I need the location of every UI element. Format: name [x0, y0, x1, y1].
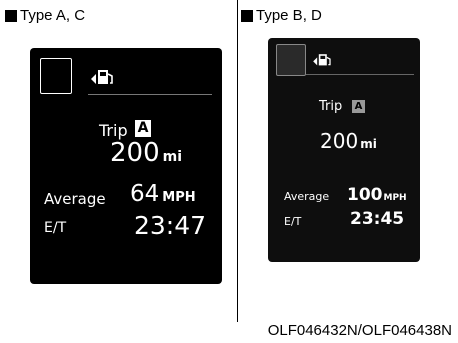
elapsed-time-label: E/T	[284, 215, 302, 228]
type-bd-label: Type B, D	[256, 7, 322, 24]
average-label: Average	[284, 190, 330, 203]
column-divider	[237, 0, 238, 322]
header-rule	[306, 74, 414, 75]
fuel-pump-icon	[91, 70, 113, 84]
display-mode-box	[276, 44, 306, 76]
square-bullet-icon	[5, 9, 17, 22]
trip-distance-value: 200	[320, 129, 359, 153]
trip-label: Trip	[319, 99, 343, 114]
cluster-display-type-ac: Trip A 200 mi Average 64 MPH E/T 23:47	[30, 48, 222, 284]
cluster-display-type-bd: Trip A 200 mi Average 100MPH E/T 23:45	[268, 38, 420, 262]
average-speed-unit: MPH	[162, 190, 196, 205]
type-bd-heading: Type B, D	[241, 7, 322, 24]
trip-distance-unit: mi	[162, 149, 183, 165]
trip-distance: 200 mi	[320, 129, 377, 153]
trip-distance: 200 mi	[110, 138, 182, 168]
average-speed-value: 100	[347, 185, 383, 205]
type-ac-heading: Type A, C	[5, 7, 85, 24]
elapsed-time-value: 23:47	[134, 211, 207, 240]
average-speed-value: 64	[130, 181, 160, 207]
type-ac-label: Type A, C	[20, 7, 86, 24]
trip-a-badge: A	[352, 100, 365, 113]
trip-distance-unit: mi	[360, 137, 377, 151]
display-mode-box	[40, 58, 72, 94]
average-speed-unit: MPH	[383, 193, 407, 203]
average-label: Average	[44, 190, 106, 208]
elapsed-time-value: 23:45	[350, 209, 405, 229]
average-speed: 100MPH	[347, 185, 407, 205]
figure-code-caption: OLF046432N/OLF046438N	[267, 322, 452, 339]
trip-a-badge: A	[135, 120, 151, 137]
fuel-pump-icon	[313, 54, 331, 66]
header-rule	[88, 94, 212, 95]
trip-distance-value: 200	[110, 138, 160, 168]
average-speed: 64 MPH	[130, 181, 196, 207]
elapsed-time-label: E/T	[44, 220, 67, 236]
square-bullet-icon	[241, 9, 253, 22]
